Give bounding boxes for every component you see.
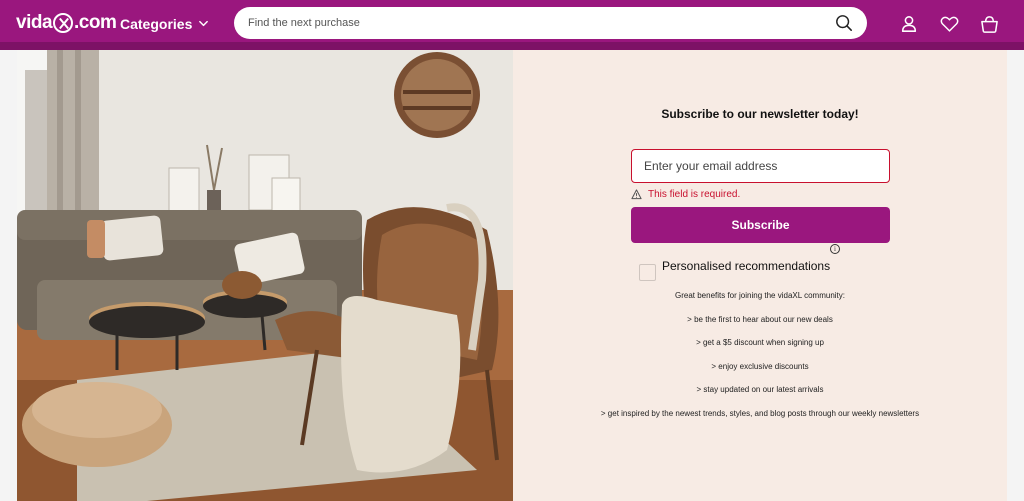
email-error-message: This field is required. — [631, 187, 740, 201]
logo-x-mark — [53, 13, 74, 33]
account-icon[interactable] — [898, 13, 920, 35]
email-field[interactable] — [631, 149, 890, 183]
chevron-down-icon — [198, 16, 209, 32]
benefit-item: > be the first to hear about our new dea… — [687, 314, 833, 324]
benefits-list: Great benefits for joining the vidaXL co… — [513, 290, 1007, 431]
search-input[interactable] — [248, 17, 835, 29]
basket-icon[interactable] — [978, 13, 1000, 35]
subscribe-button[interactable]: Subscribe — [631, 207, 890, 243]
vidaxl-logo[interactable]: vida .com — [16, 10, 117, 36]
benefits-heading: Great benefits for joining the vidaXL co… — [674, 291, 845, 300]
top-navigation-bar: vida .com Categories — [0, 0, 1024, 50]
search-icon[interactable] — [835, 14, 853, 32]
heart-icon[interactable] — [938, 13, 960, 35]
recommendations-label: Personalised recommendations — [662, 258, 831, 273]
categories-menu-button[interactable]: Categories — [120, 14, 209, 34]
info-icon[interactable]: i — [830, 244, 840, 254]
benefit-item: > get inspired by the newest trends, sty… — [600, 408, 920, 418]
newsletter-panel: Subscribe to our newsletter today! This … — [513, 50, 1007, 501]
logo-text-prefix: vida — [16, 12, 53, 33]
personalised-recommendations-option[interactable]: Personalised recommendations — [639, 250, 830, 281]
newsletter-section: Subscribe to our newsletter today! This … — [17, 50, 1007, 501]
search-bar — [234, 7, 867, 39]
benefit-item: > enjoy exclusive discounts — [711, 361, 809, 371]
warning-icon — [631, 188, 642, 200]
recommendations-checkbox[interactable] — [639, 264, 656, 281]
benefit-item: > stay updated on our latest arrivals — [696, 385, 824, 394]
living-room-photo — [17, 50, 513, 501]
error-text: This field is required. — [648, 188, 741, 200]
logo-text-suffix: .com — [74, 12, 117, 33]
header-shadow — [0, 42, 1024, 50]
newsletter-title: Subscribe to our newsletter today! — [661, 107, 859, 121]
benefit-item: > get a $5 discount when signing up — [696, 338, 824, 347]
categories-label: Categories — [120, 16, 193, 32]
